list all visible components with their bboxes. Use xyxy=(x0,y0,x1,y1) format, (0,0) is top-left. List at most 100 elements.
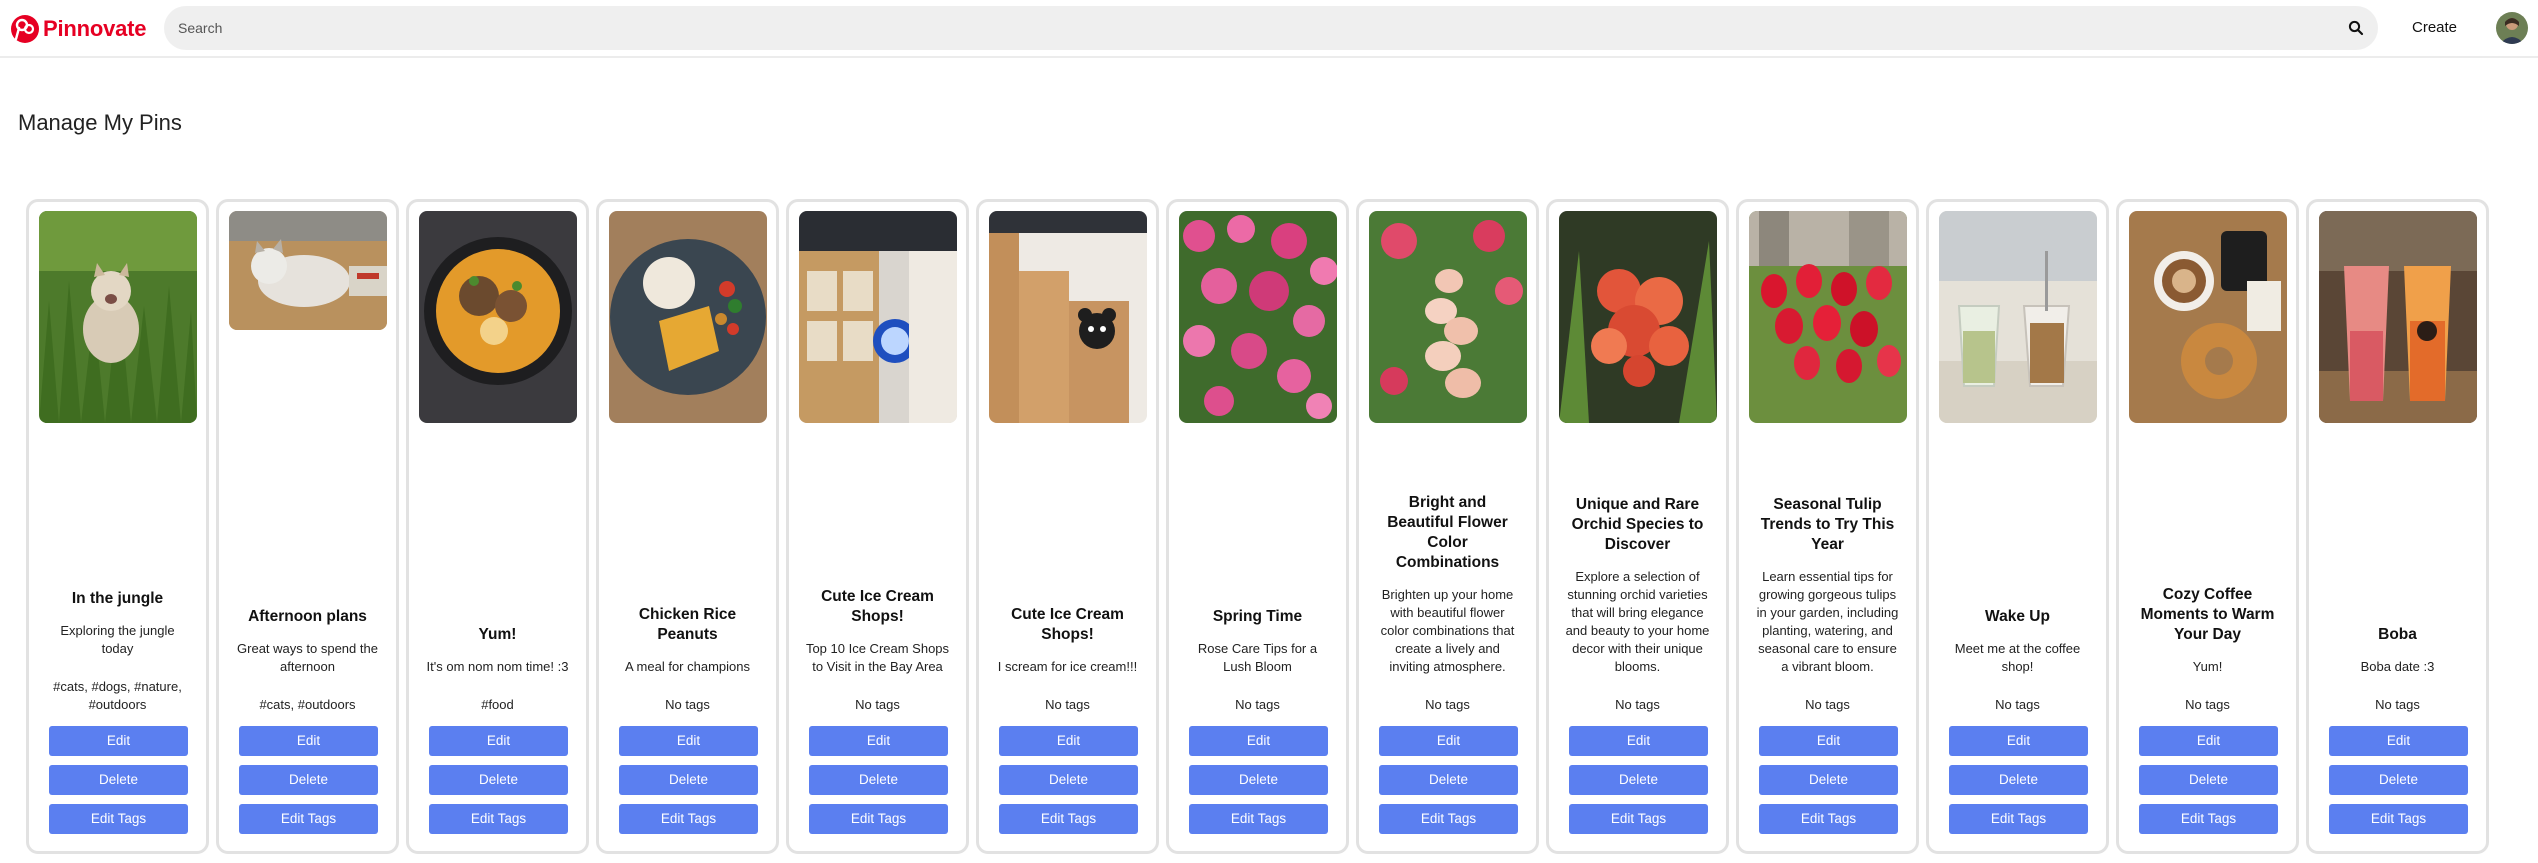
pin-image[interactable] xyxy=(2129,211,2287,423)
pin-image[interactable] xyxy=(2319,211,2477,423)
search-input[interactable] xyxy=(164,6,2314,50)
delete-button[interactable]: Delete xyxy=(999,765,1138,795)
pin-details: Wake Up Meet me at the coffee shop! No t… xyxy=(1935,607,2100,714)
pin-details: Bright and Beautiful Flower Color Combin… xyxy=(1365,493,1530,714)
edit-tags-button[interactable]: Edit Tags xyxy=(239,804,378,834)
pin-tags: No tags xyxy=(855,697,900,712)
pin-description: Rose Care Tips for a Lush Bloom xyxy=(1197,641,1318,674)
pin-image[interactable] xyxy=(419,211,577,423)
edit-tags-button[interactable]: Edit Tags xyxy=(1949,804,2088,834)
top-nav: Pinnovate Create xyxy=(0,0,2538,58)
pin-details: Cozy Coffee Moments to Warm Your Day Yum… xyxy=(2125,585,2290,714)
delete-button[interactable]: Delete xyxy=(619,765,758,795)
search-bar[interactable] xyxy=(164,6,2378,50)
edit-tags-button[interactable]: Edit Tags xyxy=(2139,804,2278,834)
delete-button[interactable]: Delete xyxy=(2139,765,2278,795)
edit-button[interactable]: Edit xyxy=(2329,726,2468,756)
pin-description: It's om nom nom time! :3 xyxy=(426,659,569,674)
pin-title: Wake Up xyxy=(1985,608,2050,625)
delete-button[interactable]: Delete xyxy=(239,765,378,795)
delete-button[interactable]: Delete xyxy=(2329,765,2468,795)
pin-details: Seasonal Tulip Trends to Try This Year L… xyxy=(1745,495,1910,714)
pin-details: Afternoon plans Great ways to spend the … xyxy=(225,607,390,714)
pinnovate-logo-icon xyxy=(11,15,39,43)
delete-button[interactable]: Delete xyxy=(1759,765,1898,795)
pin-details: Unique and Rare Orchid Species to Discov… xyxy=(1555,495,1720,714)
edit-tags-button[interactable]: Edit Tags xyxy=(619,804,758,834)
pin-image[interactable] xyxy=(39,211,197,423)
edit-tags-button[interactable]: Edit Tags xyxy=(1569,804,1708,834)
pin-image[interactable] xyxy=(1179,211,1337,423)
pin-tags: No tags xyxy=(1045,697,1090,712)
edit-button[interactable]: Edit xyxy=(239,726,378,756)
edit-button[interactable]: Edit xyxy=(619,726,758,756)
pin-tags: No tags xyxy=(1615,697,1660,712)
edit-button[interactable]: Edit xyxy=(1759,726,1898,756)
pin-tags: No tags xyxy=(2185,697,2230,712)
edit-button[interactable]: Edit xyxy=(1949,726,2088,756)
pin-image[interactable] xyxy=(799,211,957,423)
pin-description: A meal for champions xyxy=(624,659,750,674)
delete-button[interactable]: Delete xyxy=(1949,765,2088,795)
pin-card: Cute Ice Cream Shops! I scream for ice c… xyxy=(976,199,1159,854)
pin-description: Explore a selection of stunning orchid v… xyxy=(1565,569,1710,674)
edit-button[interactable]: Edit xyxy=(2139,726,2278,756)
edit-button[interactable]: Edit xyxy=(1379,726,1518,756)
edit-button[interactable]: Edit xyxy=(999,726,1138,756)
pin-tags: #cats, #dogs, #nature, #outdoors xyxy=(53,679,182,712)
pin-tags: No tags xyxy=(1425,697,1470,712)
pin-details: In the jungle Exploring the jungle today… xyxy=(35,589,200,714)
pin-description: I scream for ice cream!!! xyxy=(997,659,1138,674)
pin-details: Yum! It's om nom nom time! :3 #food xyxy=(415,625,580,714)
delete-button[interactable]: Delete xyxy=(1379,765,1518,795)
delete-button[interactable]: Delete xyxy=(1189,765,1328,795)
edit-tags-button[interactable]: Edit Tags xyxy=(1759,804,1898,834)
search-icon[interactable] xyxy=(2348,20,2364,36)
delete-button[interactable]: Delete xyxy=(49,765,188,795)
delete-button[interactable]: Delete xyxy=(1569,765,1708,795)
edit-button[interactable]: Edit xyxy=(809,726,948,756)
edit-tags-button[interactable]: Edit Tags xyxy=(999,804,1138,834)
pin-card: Chicken Rice Peanuts A meal for champion… xyxy=(596,199,779,854)
edit-tags-button[interactable]: Edit Tags xyxy=(1189,804,1328,834)
pin-card: In the jungle Exploring the jungle today… xyxy=(26,199,209,854)
brand-logo[interactable]: Pinnovate xyxy=(10,14,147,44)
edit-tags-button[interactable]: Edit Tags xyxy=(49,804,188,834)
pin-tags: No tags xyxy=(1995,697,2040,712)
pin-image[interactable] xyxy=(1749,211,1907,423)
edit-tags-button[interactable]: Edit Tags xyxy=(1379,804,1518,834)
pin-title: Cozy Coffee Moments to Warm Your Day xyxy=(2140,586,2275,643)
edit-tags-button[interactable]: Edit Tags xyxy=(2329,804,2468,834)
edit-button[interactable]: Edit xyxy=(1189,726,1328,756)
pin-tags: #cats, #outdoors xyxy=(259,697,356,712)
pin-card: Unique and Rare Orchid Species to Discov… xyxy=(1546,199,1729,854)
pin-image[interactable] xyxy=(609,211,767,423)
delete-button[interactable]: Delete xyxy=(809,765,948,795)
pin-title: Chicken Rice Peanuts xyxy=(638,606,737,643)
pin-title: Unique and Rare Orchid Species to Discov… xyxy=(1571,496,1704,553)
pin-description: Boba date :3 xyxy=(2360,659,2435,674)
edit-button[interactable]: Edit xyxy=(1569,726,1708,756)
pin-card: Spring Time Rose Care Tips for a Lush Bl… xyxy=(1166,199,1349,854)
pin-title: Yum! xyxy=(478,626,517,643)
avatar[interactable] xyxy=(2496,12,2528,44)
pin-card: Cute Ice Cream Shops! Top 10 Ice Cream S… xyxy=(786,199,969,854)
brand-name: Pinnovate xyxy=(43,16,147,41)
pin-image[interactable] xyxy=(1369,211,1527,423)
edit-button[interactable]: Edit xyxy=(429,726,568,756)
edit-tags-button[interactable]: Edit Tags xyxy=(809,804,948,834)
pin-card: Cozy Coffee Moments to Warm Your Day Yum… xyxy=(2116,199,2299,854)
pin-image[interactable] xyxy=(1559,211,1717,423)
page-title: Manage My Pins xyxy=(18,110,182,135)
pin-tags: No tags xyxy=(1235,697,1280,712)
create-link[interactable]: Create xyxy=(2412,19,2457,36)
pin-image[interactable] xyxy=(989,211,1147,423)
pin-card: Wake Up Meet me at the coffee shop! No t… xyxy=(1926,199,2109,854)
pin-details: Spring Time Rose Care Tips for a Lush Bl… xyxy=(1175,607,1340,714)
edit-tags-button[interactable]: Edit Tags xyxy=(429,804,568,834)
pin-title: Bright and Beautiful Flower Color Combin… xyxy=(1387,494,1508,571)
pin-image[interactable] xyxy=(229,211,387,330)
edit-button[interactable]: Edit xyxy=(49,726,188,756)
pin-image[interactable] xyxy=(1939,211,2097,423)
delete-button[interactable]: Delete xyxy=(429,765,568,795)
